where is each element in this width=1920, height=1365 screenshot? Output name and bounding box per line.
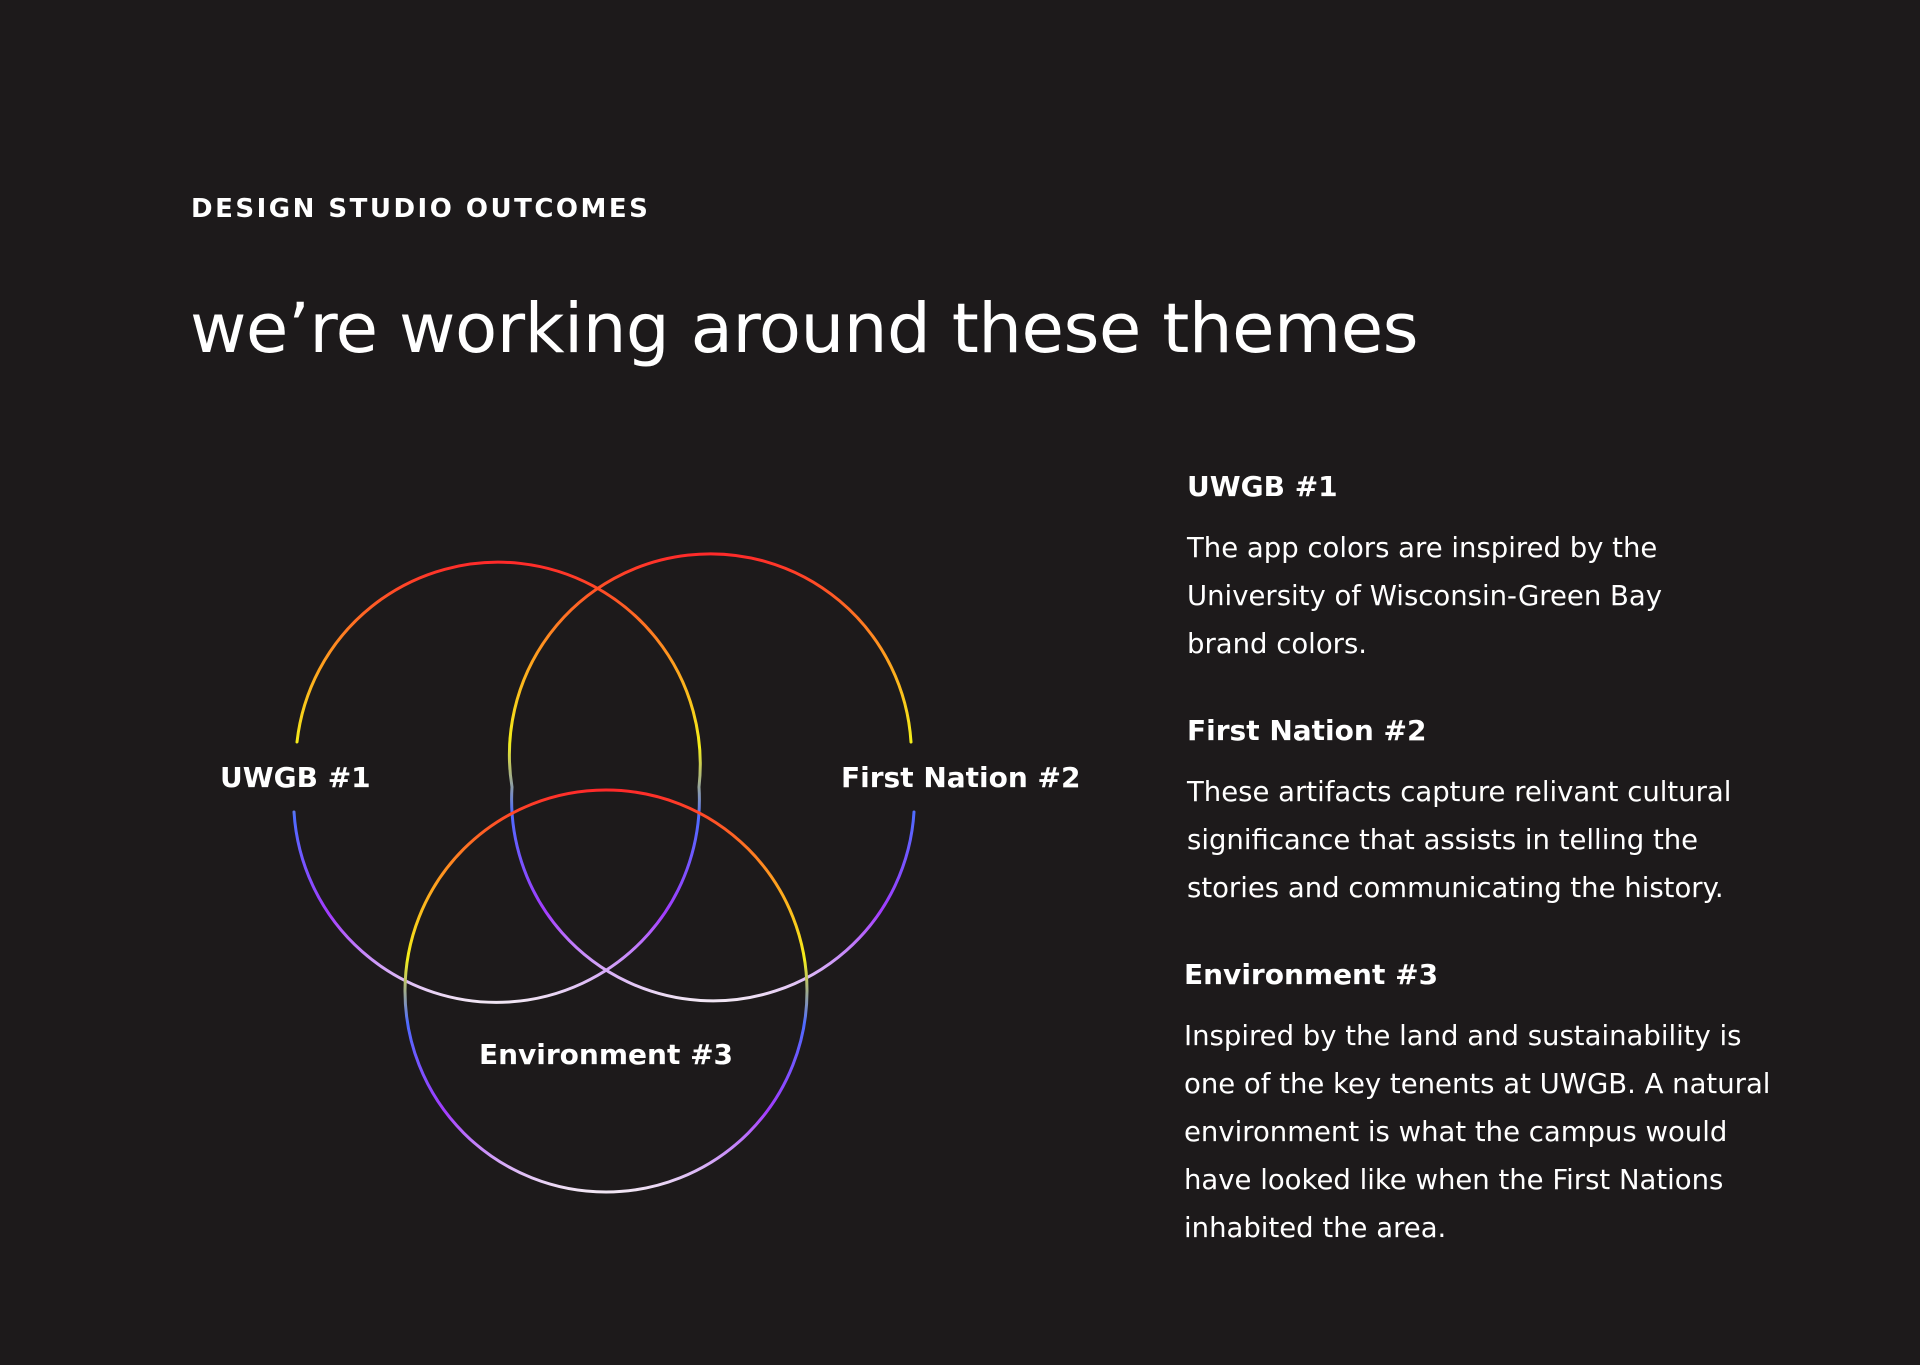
theme-description: These artifacts capture relivant cultura… bbox=[1187, 768, 1827, 912]
theme-description-line: significance that assists in telling the bbox=[1187, 823, 1699, 856]
theme-description-line: inhabited the area. bbox=[1184, 1211, 1447, 1244]
venn-label-environment: Environment #3 bbox=[479, 1038, 733, 1071]
theme-title: First Nation #2 bbox=[1187, 714, 1427, 747]
theme-description-line: one of the key tenents at UWGB. A natura… bbox=[1184, 1067, 1771, 1100]
theme-description-line: These artifacts capture relivant cultura… bbox=[1187, 775, 1732, 808]
theme-title: Environment #3 bbox=[1184, 958, 1439, 991]
theme-description: The app colors are inspired by the Unive… bbox=[1187, 524, 1827, 668]
theme-description-line: brand colors. bbox=[1187, 627, 1368, 660]
theme-description-line: have looked like when the First Nations bbox=[1184, 1163, 1724, 1196]
theme-block-first-nation: First Nation #2 These artifacts capture … bbox=[1187, 714, 1827, 912]
venn-label-first-nation: First Nation #2 bbox=[841, 761, 1081, 794]
theme-description-line: Inspired by the land and sustainability … bbox=[1184, 1019, 1742, 1052]
theme-description-line: The app colors are inspired by the bbox=[1187, 531, 1658, 564]
theme-block-uwgb: UWGB #1 The app colors are inspired by t… bbox=[1187, 470, 1827, 668]
venn-diagram: UWGB #1 First Nation #2 Environment #3 bbox=[220, 552, 1081, 1194]
theme-block-environment: Environment #3 Inspired by the land and … bbox=[1184, 958, 1824, 1252]
theme-description: Inspired by the land and sustainability … bbox=[1184, 1012, 1824, 1252]
venn-circle-environment bbox=[403, 788, 809, 1194]
theme-description-line: environment is what the campus would bbox=[1184, 1115, 1728, 1148]
theme-description-line: stories and communicating the history. bbox=[1187, 871, 1724, 904]
theme-description-line: University of Wisconsin-Green Bay bbox=[1187, 579, 1662, 612]
theme-title: UWGB #1 bbox=[1187, 470, 1338, 503]
venn-label-uwgb: UWGB #1 bbox=[220, 761, 371, 794]
